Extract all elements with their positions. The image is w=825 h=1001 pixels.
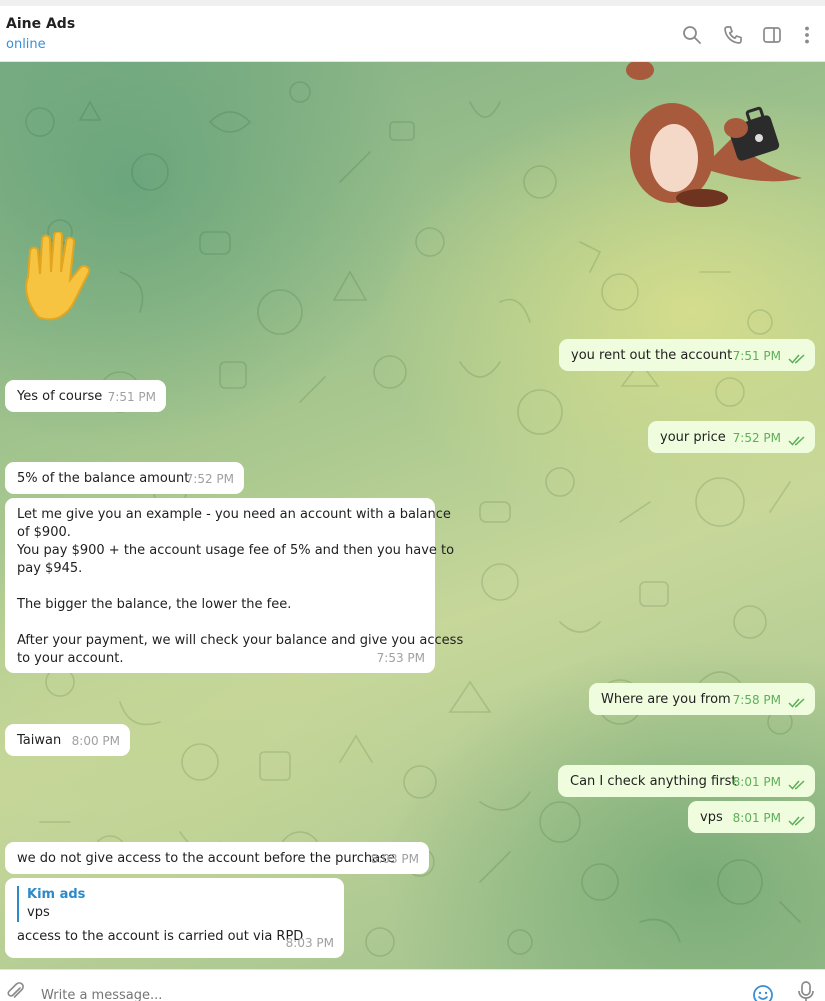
- message-bubble-outgoing[interactable]: your price 7:52 PM: [648, 421, 815, 453]
- emoji-icon[interactable]: [752, 984, 774, 1001]
- message-text: your price: [660, 430, 726, 445]
- message-text: access to the account is carried out via…: [17, 929, 304, 944]
- message-input[interactable]: [41, 986, 641, 1001]
- message-time: 7:51 PM: [732, 349, 781, 363]
- search-icon[interactable]: [681, 24, 703, 46]
- waving-hand-sticker[interactable]: [18, 232, 108, 327]
- chat-status: online: [6, 37, 46, 52]
- message-composer: [0, 969, 825, 1001]
- message-text: Can I check anything first: [570, 774, 737, 789]
- chat-title[interactable]: Aine Ads: [6, 16, 75, 32]
- message-time: 8:01 PM: [732, 811, 781, 825]
- message-text: Yes of course: [17, 389, 103, 404]
- message-bubble-incoming[interactable]: Let me give you an example - you need an…: [5, 498, 464, 673]
- message-bubble-outgoing[interactable]: Where are you from 7:58 PM: [589, 683, 815, 715]
- reply-text: vps: [27, 905, 50, 920]
- phone-icon[interactable]: [722, 24, 744, 46]
- message-text: Where are you from: [601, 692, 731, 707]
- paperclip-icon[interactable]: [6, 982, 26, 1001]
- otter-sticker[interactable]: [612, 62, 812, 208]
- message-time: 7:51 PM: [107, 390, 156, 404]
- message-bubble-outgoing[interactable]: you rent out the account 7:51 PM: [559, 339, 815, 371]
- message-line: pay $945.: [17, 561, 83, 576]
- message-time: 7:52 PM: [185, 472, 234, 486]
- message-bubble-outgoing[interactable]: Can I check anything first 8:01 PM: [558, 765, 815, 797]
- message-time: 8:01 PM: [732, 775, 781, 789]
- message-bubble-incoming[interactable]: Taiwan 8:00 PM: [5, 724, 130, 756]
- chat-header: Aine Ads online: [0, 6, 825, 62]
- more-vert-icon[interactable]: [796, 24, 818, 46]
- message-time: 8:00 PM: [71, 734, 120, 748]
- message-bubble-incoming[interactable]: 5% of the balance amount 7:52 PM: [5, 462, 244, 494]
- message-bubble-incoming-reply[interactable]: Kim ads vps access to the account is car…: [5, 878, 344, 958]
- double-check-icon: [788, 698, 805, 708]
- message-text: 5% of the balance amount: [17, 471, 190, 486]
- sidebar-toggle-icon[interactable]: [761, 24, 783, 46]
- message-time: 7:58 PM: [732, 693, 781, 707]
- message-bubble-outgoing[interactable]: vps 8:01 PM: [688, 801, 815, 833]
- double-check-icon: [788, 780, 805, 790]
- message-text: Taiwan: [17, 733, 62, 748]
- message-text: you rent out the account: [571, 348, 733, 363]
- message-text: we do not give access to the account bef…: [17, 851, 395, 866]
- message-line: You pay $900 + the account usage fee of …: [17, 543, 455, 558]
- message-time: 7:52 PM: [732, 431, 781, 445]
- message-bubble-incoming[interactable]: Yes of course 7:51 PM: [5, 380, 166, 412]
- message-time: 7:53 PM: [376, 651, 425, 665]
- double-check-icon: [788, 436, 805, 446]
- double-check-icon: [788, 816, 805, 826]
- message-line: After your payment, we will check your b…: [17, 633, 464, 648]
- reply-author: Kim ads: [27, 887, 86, 902]
- message-text: vps: [700, 810, 723, 825]
- message-time: 8:03 PM: [285, 936, 334, 950]
- message-line: to your account.: [17, 651, 124, 666]
- message-line: [17, 578, 423, 596]
- message-line: Let me give you an example - you need an…: [17, 507, 451, 522]
- message-line: of $900.: [17, 525, 71, 540]
- chat-area[interactable]: you rent out the account 7:51 PM Yes of …: [0, 62, 825, 969]
- message-line: The bigger the balance, the lower the fe…: [17, 597, 292, 612]
- reply-quote[interactable]: Kim ads vps: [17, 886, 332, 922]
- message-line: [17, 614, 423, 632]
- message-time: 8:03 PM: [370, 852, 419, 866]
- microphone-icon[interactable]: [797, 981, 815, 1001]
- message-bubble-incoming[interactable]: we do not give access to the account bef…: [5, 842, 429, 874]
- double-check-icon: [788, 354, 805, 364]
